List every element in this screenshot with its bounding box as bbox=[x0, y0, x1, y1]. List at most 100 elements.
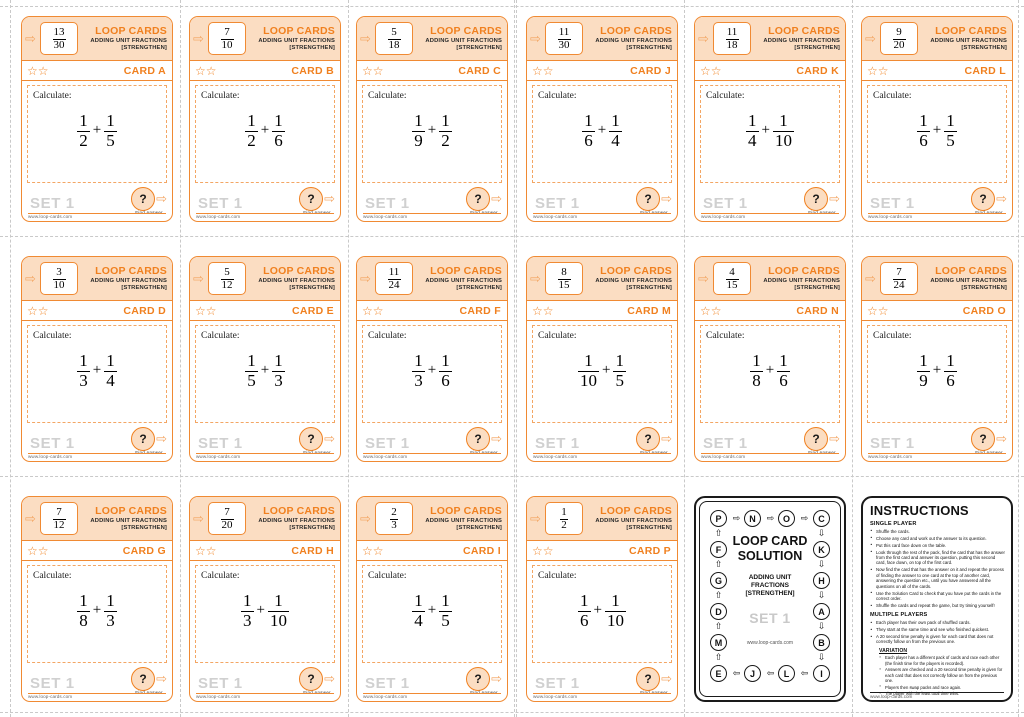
find-answer-group[interactable]: ? ⇨ bbox=[804, 187, 840, 211]
find-answer-group[interactable]: ? ⇨ bbox=[299, 427, 335, 451]
answer-numerator: 11 bbox=[726, 25, 738, 38]
loop-card[interactable]: ⇨ 7 20 LOOP CARDS ADDING UNIT FRACTIONS[… bbox=[189, 496, 341, 702]
find-answer-group[interactable]: ? ⇨ bbox=[804, 427, 840, 451]
loop-card[interactable]: ⇨ 13 30 LOOP CARDS ADDING UNIT FRACTIONS… bbox=[21, 16, 173, 222]
operand-fraction-2: 1 5 bbox=[613, 351, 626, 390]
set-label: SET 1 bbox=[198, 194, 243, 212]
fraction-sum: 1 3 + 1 4 bbox=[77, 351, 117, 390]
find-answer-group[interactable]: ? ⇨ bbox=[131, 427, 167, 451]
loop-card[interactable]: ⇨ 4 15 LOOP CARDS ADDING UNIT FRACTIONS[… bbox=[694, 256, 846, 462]
difficulty-stars-icon: ☆☆ bbox=[27, 543, 49, 558]
loop-card[interactable]: ⇨ 9 20 LOOP CARDS ADDING UNIT FRACTIONS[… bbox=[861, 16, 1013, 222]
question-expression: 1 4 + 1 5 bbox=[363, 581, 501, 662]
set-label: SET 1 bbox=[365, 674, 410, 692]
card-header: ⇨ 11 30 LOOP CARDS ADDING UNIT FRACTIONS… bbox=[527, 17, 677, 61]
incoming-arrow-icon: ⇨ bbox=[360, 511, 371, 526]
loop-card[interactable]: ⇨ 7 24 LOOP CARDS ADDING UNIT FRACTIONS[… bbox=[861, 256, 1013, 462]
incoming-arrow-icon: ⇨ bbox=[25, 511, 36, 526]
difficulty-stars-icon: ☆☆ bbox=[532, 63, 554, 78]
loop-card[interactable]: ⇨ 11 24 LOOP CARDS ADDING UNIT FRACTIONS… bbox=[356, 256, 508, 462]
operand1-denominator: 3 bbox=[241, 610, 254, 630]
answer-fraction: 5 12 bbox=[220, 266, 234, 291]
find-answer-group[interactable]: ? ⇨ bbox=[466, 427, 502, 451]
question-mark-icon: ? bbox=[131, 187, 156, 211]
find-answer-group[interactable]: ? ⇨ bbox=[636, 667, 672, 691]
difficulty-stars-icon: ☆☆ bbox=[195, 63, 217, 78]
find-answer-group[interactable]: ? ⇨ bbox=[971, 427, 1007, 451]
card-body: Calculate: 1 4 + 1 5 bbox=[357, 561, 507, 665]
card-url: www.loop-cards.com bbox=[363, 454, 408, 459]
find-answer-group[interactable]: ? ⇨ bbox=[636, 427, 672, 451]
loop-card[interactable]: ⇨ 3 10 LOOP CARDS ADDING UNIT FRACTIONS[… bbox=[21, 256, 173, 462]
question-mark-icon: ? bbox=[299, 667, 324, 691]
solution-title-line1: LOOP CARD bbox=[732, 534, 808, 548]
loop-card[interactable]: ⇨ 1 2 LOOP CARDS ADDING UNIT FRACTIONS [S… bbox=[526, 496, 678, 702]
find-answer-group[interactable]: ? ⇨ bbox=[299, 187, 335, 211]
answer-numerator: 7 bbox=[224, 505, 230, 518]
question-expression: 1 8 + 1 6 bbox=[701, 341, 839, 422]
loop-card[interactable]: ⇨ 7 10 LOOP CARDS ADDING UNIT FRACTIONS[… bbox=[189, 16, 341, 222]
card-footer: SET 1 ? ⇨ Find Answer www.loop-cards.com bbox=[862, 425, 1012, 461]
fraction-sum: 1 4 + 1 5 bbox=[412, 591, 452, 630]
calculate-label: Calculate: bbox=[538, 91, 577, 101]
loop-card[interactable]: ⇨ 11 18 LOOP CARDS ADDING UNIT FRACTIONS… bbox=[694, 16, 846, 222]
answer-denominator: 12 bbox=[52, 518, 66, 531]
set-label: SET 1 bbox=[703, 434, 748, 452]
answer-denominator: 15 bbox=[725, 278, 739, 291]
brand-title: LOOP CARDS bbox=[935, 264, 1007, 277]
calculate-label: Calculate: bbox=[33, 571, 72, 581]
loop-card[interactable]: ⇨ 2 3 LOOP CARDS ADDING UNIT FRACTIONS [S… bbox=[356, 496, 508, 702]
loop-card[interactable]: ⇨ 5 18 LOOP CARDS ADDING UNIT FRACTIONS[… bbox=[356, 16, 508, 222]
loop-card[interactable]: ⇨ 11 30 LOOP CARDS ADDING UNIT FRACTIONS… bbox=[526, 16, 678, 222]
operand2-denominator: 4 bbox=[609, 130, 622, 150]
card-subheader: ☆☆ CARD C bbox=[357, 61, 507, 81]
card-identifier: CARD K bbox=[796, 64, 839, 77]
loop-card[interactable]: ⇨ 5 12 LOOP CARDS ADDING UNIT FRACTIONS[… bbox=[189, 256, 341, 462]
operand-fraction-1: 1 4 bbox=[412, 591, 425, 630]
brand-block: LOOP CARDS ADDING UNIT FRACTIONS [STRENGT… bbox=[413, 25, 502, 52]
arrow-right-icon: ⇨ bbox=[800, 513, 809, 523]
question-mark-icon: ? bbox=[131, 667, 156, 691]
brand-block: LOOP CARDS ADDING UNIT FRACTIONS [STRENGT… bbox=[751, 25, 840, 52]
answer-fraction: 7 24 bbox=[892, 265, 906, 291]
calculate-label: Calculate: bbox=[873, 91, 912, 101]
card-url: www.loop-cards.com bbox=[363, 214, 408, 219]
find-answer-group[interactable]: ? ⇨ bbox=[466, 187, 502, 211]
operand-fraction-1: 1 3 bbox=[241, 591, 254, 630]
question-area: Calculate: 1 9 + 1 2 bbox=[362, 85, 502, 183]
card-header: ⇨ 11 24 LOOP CARDS ADDING UNIT FRACTIONS… bbox=[357, 257, 507, 301]
find-answer-group[interactable]: ? ⇨ bbox=[466, 667, 502, 691]
calculate-label: Calculate: bbox=[201, 571, 240, 581]
find-answer-group[interactable]: ? ⇨ bbox=[636, 187, 672, 211]
card-identifier: CARD D bbox=[123, 304, 166, 317]
card-subheader: ☆☆ CARD F bbox=[357, 301, 507, 321]
solution-card[interactable]: P ⇨ N ⇨ O ⇨ C ⇩ K ⇩ H ⇩ A ⇩ B ⇩ I ⇦ L ⇦ … bbox=[694, 496, 846, 702]
question-area: Calculate: 1 4 + 1 5 bbox=[362, 565, 502, 663]
answer-box: 1 2 bbox=[545, 502, 583, 535]
answer-numerator: 7 bbox=[896, 265, 902, 278]
operand2-denominator: 10 bbox=[772, 130, 794, 150]
find-answer-group[interactable]: ? ⇨ bbox=[971, 187, 1007, 211]
card-url: www.loop-cards.com bbox=[533, 214, 578, 219]
question-expression: 1 2 + 1 5 bbox=[28, 101, 166, 182]
question-mark-icon: ? bbox=[466, 427, 491, 451]
operand2-denominator: 10 bbox=[267, 610, 289, 630]
question-expression: 1 4 + 1 10 bbox=[701, 101, 839, 182]
question-mark-icon: ? bbox=[299, 187, 324, 211]
plus-sign: + bbox=[256, 602, 265, 618]
incoming-arrow-icon: ⇨ bbox=[530, 31, 541, 46]
find-answer-group[interactable]: ? ⇨ bbox=[131, 667, 167, 691]
find-answer-group[interactable]: ? ⇨ bbox=[131, 187, 167, 211]
find-answer-group[interactable]: ? ⇨ bbox=[299, 667, 335, 691]
answer-fraction: 1 2 bbox=[560, 506, 568, 531]
loop-card[interactable]: ⇨ 7 12 LOOP CARDS ADDING UNIT FRACTIONS[… bbox=[21, 496, 173, 702]
operand-fraction-1: 1 8 bbox=[77, 591, 90, 630]
loop-card[interactable]: ⇨ 8 15 LOOP CARDS ADDING UNIT FRACTIONS[… bbox=[526, 256, 678, 462]
instructions-card[interactable]: INSTRUCTIONS SINGLE PLAYER Shuffle the c… bbox=[861, 496, 1013, 702]
question-mark-icon: ? bbox=[131, 427, 156, 451]
printable-card-sheet: ⇨ 13 30 LOOP CARDS ADDING UNIT FRACTIONS… bbox=[0, 0, 1024, 717]
set-label: SET 1 bbox=[870, 434, 915, 452]
outgoing-arrow-icon: ⇨ bbox=[829, 431, 840, 446]
operand-fraction-2: 1 6 bbox=[439, 351, 452, 390]
plus-sign: + bbox=[427, 122, 437, 138]
